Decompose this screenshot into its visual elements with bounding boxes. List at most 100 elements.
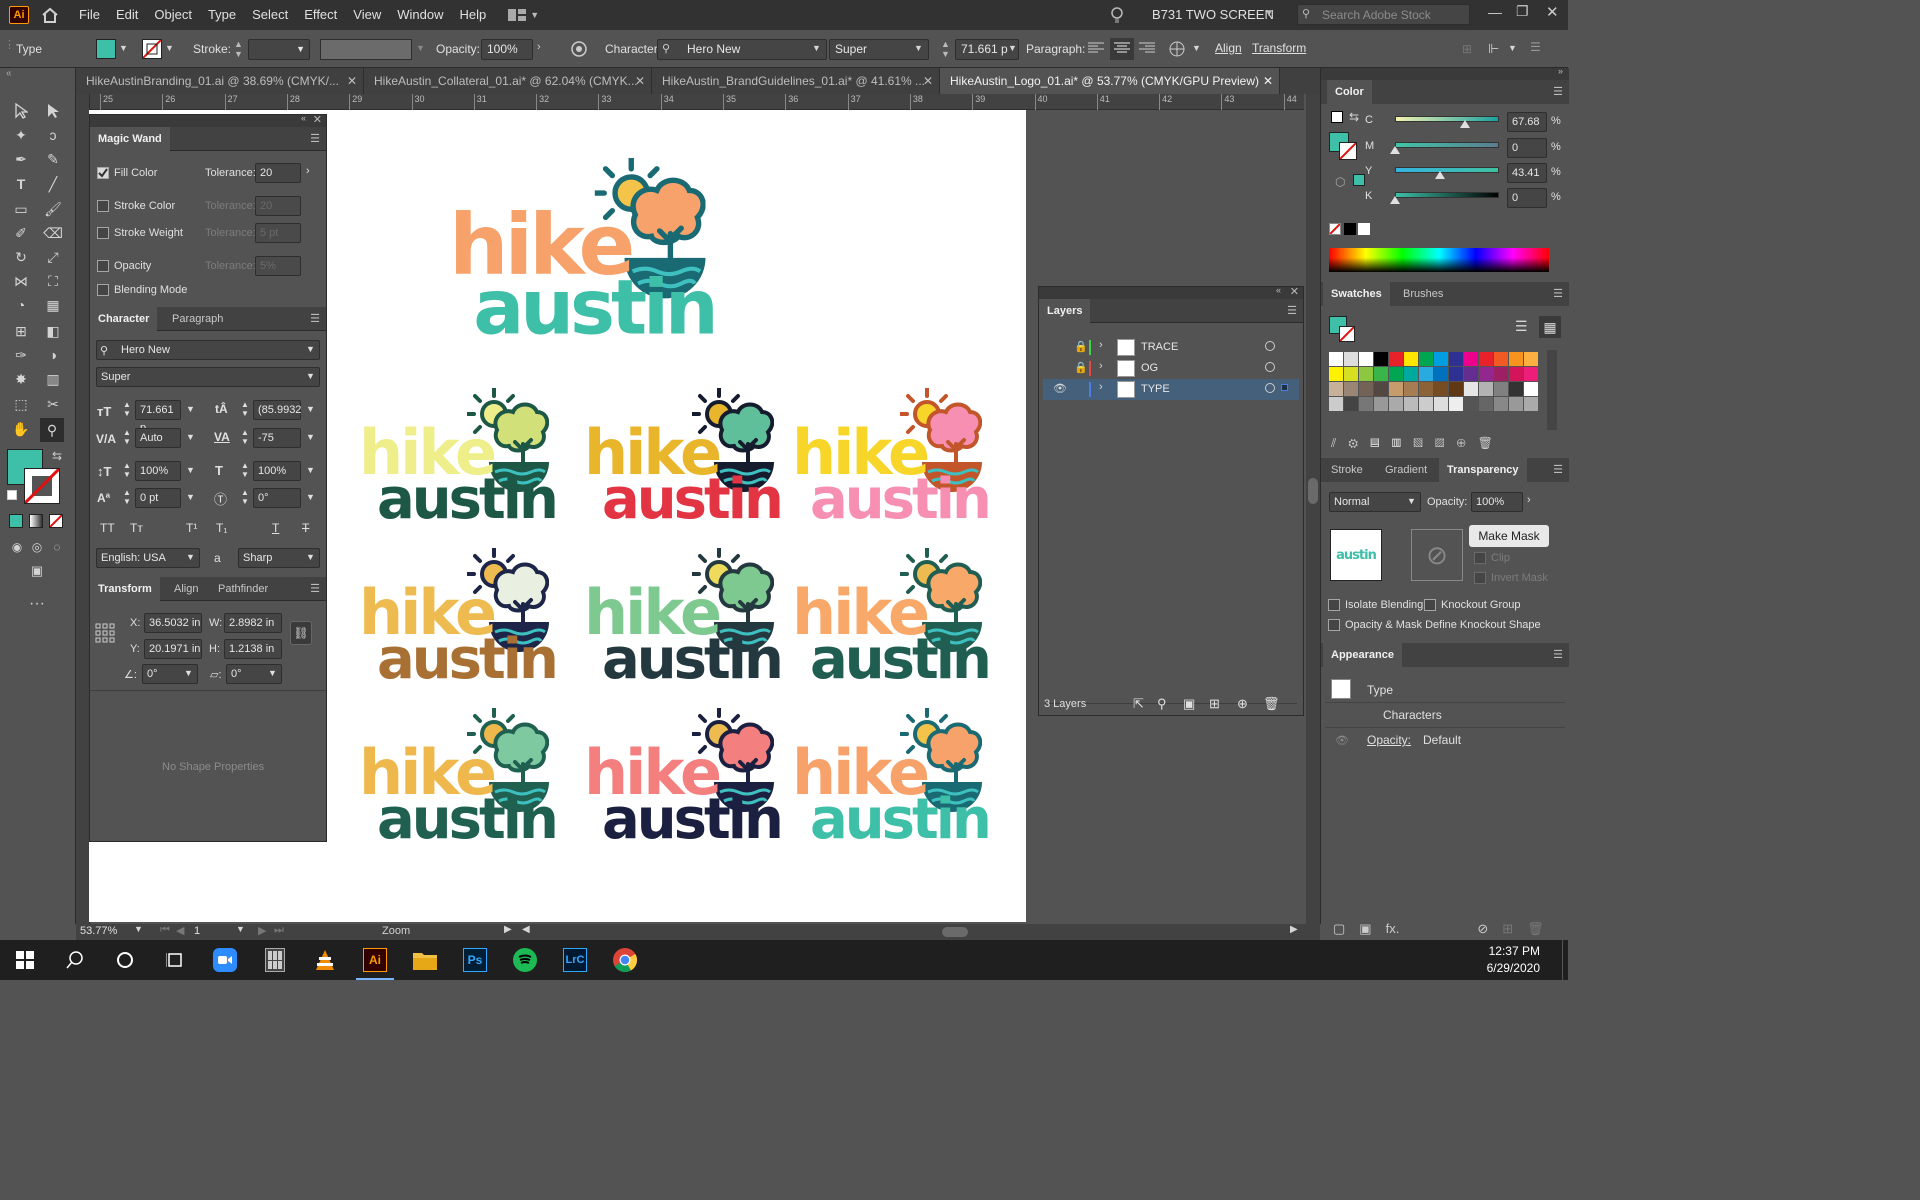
blending-mode-checkbox[interactable] [97,284,109,296]
scroll-right-icon[interactable]: ▶ [1290,924,1298,935]
chevron-down-icon[interactable]: ▼ [1407,496,1416,506]
object-thumbnail[interactable]: austin [1330,529,1382,581]
scale-tool-icon[interactable]: ⤢ [42,246,64,268]
color-swatch[interactable] [1329,382,1343,396]
last-artboard-icon[interactable]: ⏭ [274,924,284,937]
color-swatch[interactable] [1509,352,1523,366]
direct-selection-tool-icon[interactable] [42,100,64,122]
collapse-icon[interactable]: « [1276,285,1281,295]
color-swatch[interactable] [1524,397,1538,411]
color-swatch[interactable] [1479,367,1493,381]
more-tools-icon[interactable]: ··· [26,593,48,615]
first-artboard-icon[interactable]: ⏮ [160,924,170,937]
zoom-app-icon[interactable] [200,940,250,980]
screen-mode-icon[interactable]: ▣ [26,560,48,582]
stepper-icon[interactable]: ▲ ▼ [123,428,131,446]
color-swatch[interactable] [1344,367,1358,381]
chevron-down-icon[interactable]: ▼ [306,492,315,502]
color-swatch[interactable] [1344,397,1358,411]
stepper-icon[interactable]: ▲ ▼ [123,461,131,479]
transform-h-field[interactable]: 1.2138 in [224,639,282,659]
width-tool-icon[interactable]: ⋈ [10,270,32,292]
hike-austin-logo[interactable]: hike austin [359,548,559,688]
layer-name[interactable]: TRACE [1141,341,1178,353]
swap-colors-icon[interactable]: ⇆ [1349,110,1359,124]
draw-behind-icon[interactable]: ◎ [26,536,48,558]
panel-menu-icon[interactable]: ☰ [1553,463,1563,476]
list-view-icon[interactable]: ☰ [1515,318,1528,335]
panel-menu-icon[interactable]: ☰ [1530,40,1541,54]
tab-brand-guidelines[interactable]: HikeAustin_BrandGuidelines_01.ai* @ 41.6… [652,68,940,94]
color-swatch[interactable] [1359,382,1373,396]
chevron-right-icon[interactable]: › [1527,494,1531,506]
char-leading-field[interactable]: (85.9932 [253,400,301,420]
minimize-icon[interactable]: — [1488,4,1502,20]
menu-object[interactable]: Object [146,0,200,30]
hike-austin-logo[interactable]: hike austin [584,708,784,848]
y-slider[interactable] [1395,167,1499,173]
search-icon[interactable] [50,940,100,980]
next-artboard-icon[interactable]: ▶ [258,924,266,937]
file-explorer-icon[interactable] [400,940,450,980]
expand-icon[interactable]: » [1558,66,1563,76]
char-language-field[interactable]: English: USA [96,548,200,568]
panel-menu-icon[interactable]: ☰ [310,132,320,145]
chevron-down-icon[interactable]: ▼ [812,43,821,53]
new-stroke-icon[interactable]: ▢ [1333,921,1345,937]
chevron-right-icon[interactable]: › [306,165,310,177]
m-value-field[interactable]: 0 [1507,138,1547,158]
close-icon[interactable]: ✕ [635,68,645,94]
stroke-weight-field[interactable]: ▼ [248,39,310,60]
close-icon[interactable]: ✕ [347,68,357,94]
new-sublayer-icon[interactable]: ⊞ [1209,696,1220,712]
chevron-down-icon[interactable]: ▼ [306,432,315,442]
tab-color[interactable]: Color [1327,80,1372,104]
char-kerning-field[interactable]: Auto [135,428,181,448]
color-swatch[interactable] [1359,367,1373,381]
color-swatch[interactable] [1389,367,1403,381]
tab-collateral[interactable]: HikeAustin_Collateral_01.ai* @ 62.04% (C… [364,68,652,94]
prev-artboard-icon[interactable]: ◀ [176,924,184,937]
workspace-switcher[interactable]: B731 TWO SCREEN [1152,7,1274,22]
trash-icon[interactable]: 🗑 [1263,696,1280,712]
rotate-tool-icon[interactable]: ↻ [10,246,32,268]
scroll-left-icon[interactable]: ◀ [522,924,530,935]
home-icon[interactable] [29,7,71,23]
color-swatch[interactable] [1419,352,1433,366]
blend-tool-icon[interactable]: ◑ [42,344,64,366]
photoshop-icon[interactable]: Ps [450,940,500,980]
lock-icon[interactable]: 🔒 [1074,361,1088,374]
chevron-down-icon[interactable]: ▼ [186,465,195,475]
color-mode-icon[interactable] [9,514,23,528]
menu-type[interactable]: Type [200,0,244,30]
align-link[interactable]: Align [1215,41,1242,55]
align-left-icon[interactable] [1088,42,1104,54]
panel-title-bar[interactable]: « ✕ [1039,285,1303,299]
type-tool-icon[interactable]: T [10,173,32,195]
horizontal-scroll-thumb[interactable] [942,927,968,937]
tab-logo[interactable]: HikeAustin_Logo_01.ai* @ 53.77% (CMYK/GP… [940,68,1280,94]
color-swatch[interactable] [1419,397,1433,411]
panel-menu-icon[interactable]: ☰ [310,582,320,595]
scroll-thumb[interactable] [1308,478,1318,504]
panel-title-bar[interactable]: « ✕ [90,113,326,127]
color-swatch[interactable] [1494,352,1508,366]
layer-row[interactable]: 🔒 › TRACE [1043,337,1299,358]
char-tracking-field[interactable]: -75 [253,428,301,448]
recolor-icon[interactable] [570,40,588,58]
hike-austin-logo[interactable]: hike austin [359,708,559,848]
draw-inside-icon[interactable]: ◌ [46,536,68,558]
tab-gradient[interactable]: Gradient [1377,458,1435,482]
vlc-icon[interactable] [300,940,350,980]
color-swatch[interactable] [1449,397,1463,411]
slider-thumb[interactable] [1390,146,1400,154]
menu-effect[interactable]: Effect [296,0,345,30]
zoom-tool-icon[interactable]: ⚲ [40,418,64,442]
chevron-down-icon[interactable]: ▼ [1264,8,1274,19]
font-family-field[interactable]: Hero New [657,39,827,60]
stroke-swatch[interactable] [142,39,162,59]
variable-width-profile[interactable] [320,39,412,60]
vertical-scrollbar[interactable] [1306,94,1320,924]
illustrator-taskbar-icon[interactable]: Ai [350,940,400,980]
chevron-down-icon[interactable]: ▼ [306,344,315,354]
